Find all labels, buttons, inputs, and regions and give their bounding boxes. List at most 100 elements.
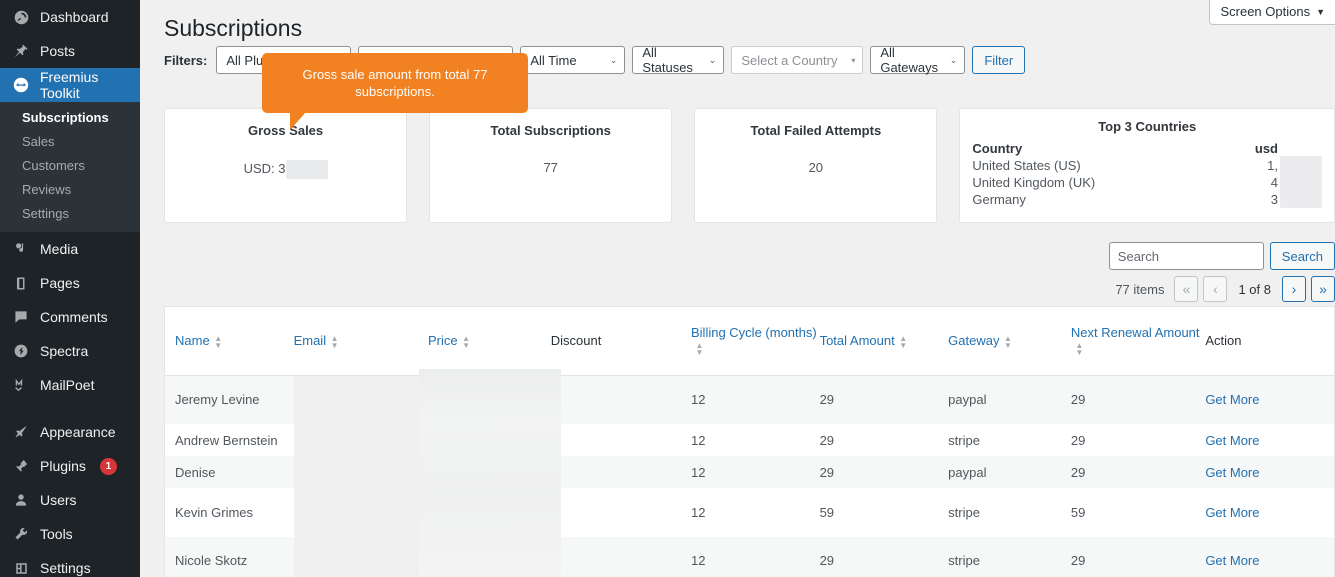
country-name: Germany (972, 192, 1026, 207)
search-input[interactable] (1108, 242, 1264, 270)
prev-page-button[interactable]: ‹ (1203, 276, 1228, 302)
sidebar-item-settings[interactable]: Settings (0, 551, 140, 577)
appearance-icon (11, 422, 31, 442)
cell-action: Get More (1205, 537, 1334, 577)
cell-name: Kevin Grimes (165, 488, 294, 537)
total-failed-title: Total Failed Attempts (750, 123, 882, 138)
plugins-icon (11, 456, 31, 476)
chevron-down-icon: ⌄ (949, 54, 958, 65)
country-name: United Kingdom (UK) (972, 175, 1096, 190)
sidebar-item-label: Plugins (40, 458, 86, 474)
chevron-down-icon: ⌄ (708, 54, 717, 65)
table-row[interactable]: Andrew Bernstein 29 - 12 29 stripe 29 Ge… (165, 424, 1334, 456)
sidebar-item-users[interactable]: Users (0, 483, 140, 517)
stat-cards: Gross Sales USD: 3 Total Subscriptions 7… (164, 108, 1335, 223)
sidebar-item-tools[interactable]: Tools (0, 517, 140, 551)
sidebar-item-plugins[interactable]: Plugins 1 (0, 449, 140, 483)
column-header-total-amount[interactable]: Total Amount ▲ ▼ (819, 307, 949, 376)
chevron-down-icon: ▾ (851, 55, 856, 65)
current-page-label: 1 of 8 (1238, 281, 1271, 297)
pin-icon (11, 41, 31, 61)
country-filter-select[interactable]: Select a Country ▾ (731, 46, 864, 74)
total-subscriptions-card: Total Subscriptions 77 (429, 108, 673, 223)
get-more-link[interactable]: Get More (1205, 433, 1259, 448)
sidebar-item-appearance[interactable]: Appearance (0, 415, 140, 449)
sidebar-item-label: Freemius Toolkit (40, 69, 99, 101)
sidebar-item-label: MailPoet (40, 377, 95, 393)
cell-gateway: stripe (948, 424, 1071, 456)
cell-gateway: stripe (948, 488, 1071, 537)
gross-sales-tooltip: Gross sale amount from total 77 subscrip… (262, 53, 528, 130)
tools-icon (11, 524, 31, 544)
column-label: Discount (550, 333, 602, 349)
get-more-link[interactable]: Get More (1205, 505, 1259, 520)
sidebar-subitem-customers[interactable]: Customers (0, 154, 140, 178)
redacted-amount (1280, 173, 1322, 191)
cell-discount: - (550, 456, 691, 488)
column-header-email[interactable]: Email ▲ ▼ (293, 307, 428, 376)
sidebar-item-media[interactable]: Media (0, 232, 140, 266)
get-more-link[interactable]: Get More (1205, 392, 1259, 407)
search-bar: Search (1108, 242, 1335, 270)
get-more-link[interactable]: Get More (1205, 465, 1259, 480)
top-countries-title: Top 3 Countries (1098, 119, 1197, 134)
sidebar-item-label: Settings (40, 560, 91, 576)
sort-icon[interactable]: ▲ ▼ (695, 342, 704, 357)
sidebar-item-posts[interactable]: Posts (0, 34, 140, 68)
get-more-link[interactable]: Get More (1205, 553, 1259, 568)
total-subscriptions-title: Total Subscriptions (490, 123, 611, 138)
spectra-icon (11, 341, 31, 361)
cell-gateway: paypal (948, 456, 1071, 488)
sort-icon[interactable]: ▲ ▼ (899, 334, 908, 349)
last-page-button[interactable]: » (1311, 276, 1335, 302)
sidebar-subitem-sales[interactable]: Sales (0, 130, 140, 154)
dashboard-icon (11, 7, 31, 27)
tooltip-text: Gross sale amount from total 77 subscrip… (302, 67, 488, 99)
table-body: Jeremy Levine 29 - 12 29 paypal 29 Get M… (165, 375, 1334, 577)
column-header-next-renewal-amount[interactable]: Next Renewal Amount ▲ ▼ (1070, 307, 1206, 376)
gateway-filter-value: All Gateways (880, 45, 939, 75)
table-row[interactable]: Jeremy Levine 29 - 12 29 paypal 29 Get M… (165, 375, 1334, 424)
table-row[interactable]: Kevin Grimes 59 - 12 59 stripe 59 Get Mo… (165, 488, 1334, 537)
sidebar-item-pages[interactable]: Pages (0, 266, 140, 300)
column-header-billing-cycle[interactable]: Billing Cycle (months) ▲ ▼ (691, 307, 820, 376)
sidebar-item-spectra[interactable]: Spectra (0, 334, 140, 368)
sort-icon[interactable]: ▲ ▼ (1003, 334, 1012, 349)
filter-button[interactable]: Filter (972, 46, 1026, 74)
sidebar-item-dashboard[interactable]: Dashboard (0, 0, 140, 34)
cell-price: 29 (428, 456, 551, 488)
time-filter-select[interactable]: All Time ⌄ (520, 46, 626, 74)
sort-icon[interactable]: ▲ ▼ (462, 334, 471, 349)
country-column-header: Country (972, 141, 1023, 156)
sort-icon[interactable]: ▲ ▼ (1075, 342, 1084, 357)
next-page-button[interactable]: › (1282, 276, 1306, 302)
first-page-button[interactable]: « (1174, 276, 1199, 302)
column-header-gateway[interactable]: Gateway ▲ ▼ (948, 307, 1071, 376)
media-icon (11, 239, 31, 259)
column-header-name[interactable]: Name ▲ ▼ (165, 307, 294, 376)
screen-options-label: Screen Options (1220, 4, 1311, 19)
sort-icon[interactable]: ▲ ▼ (330, 334, 339, 349)
sidebar-subitem-settings[interactable]: Settings (0, 202, 140, 226)
items-count: 77 items (1115, 281, 1165, 297)
tooltip-tail-icon (290, 112, 306, 130)
column-label: Email (293, 332, 327, 348)
screen-options-button[interactable]: Screen Options ▼ (1209, 0, 1335, 25)
search-button[interactable]: Search (1269, 242, 1335, 270)
gateway-filter-select[interactable]: All Gateways ⌄ (870, 45, 966, 75)
sidebar-item-mailpoet[interactable]: MailPoet (0, 368, 140, 402)
column-label: Next Renewal Amount (1070, 325, 1200, 341)
cell-next-renewal: 59 (1070, 488, 1206, 537)
status-filter-select[interactable]: All Statuses ⌄ (632, 45, 725, 75)
table-row[interactable]: Nicole Skotz 29 - 12 29 stripe 29 Get Mo… (165, 537, 1334, 577)
sidebar-subitem-subscriptions[interactable]: Subscriptions (0, 106, 140, 130)
table-row[interactable]: Denise 29 - 12 29 paypal 29 Get More (165, 456, 1334, 488)
sidebar-item-freemius-toolkit[interactable]: Freemius Toolkit (0, 68, 140, 102)
subscriptions-table-container: Name ▲ ▼ Email ▲ ▼ Price ▲ ▼ Discount Billing … (164, 306, 1335, 577)
sort-icon[interactable]: ▲ ▼ (214, 334, 223, 349)
cell-discount: - (550, 424, 691, 456)
sidebar-subitem-reviews[interactable]: Reviews (0, 178, 140, 202)
sidebar-item-comments[interactable]: Comments (0, 300, 140, 334)
plug-icon (11, 75, 31, 95)
column-header-price[interactable]: Price ▲ ▼ (428, 307, 551, 376)
